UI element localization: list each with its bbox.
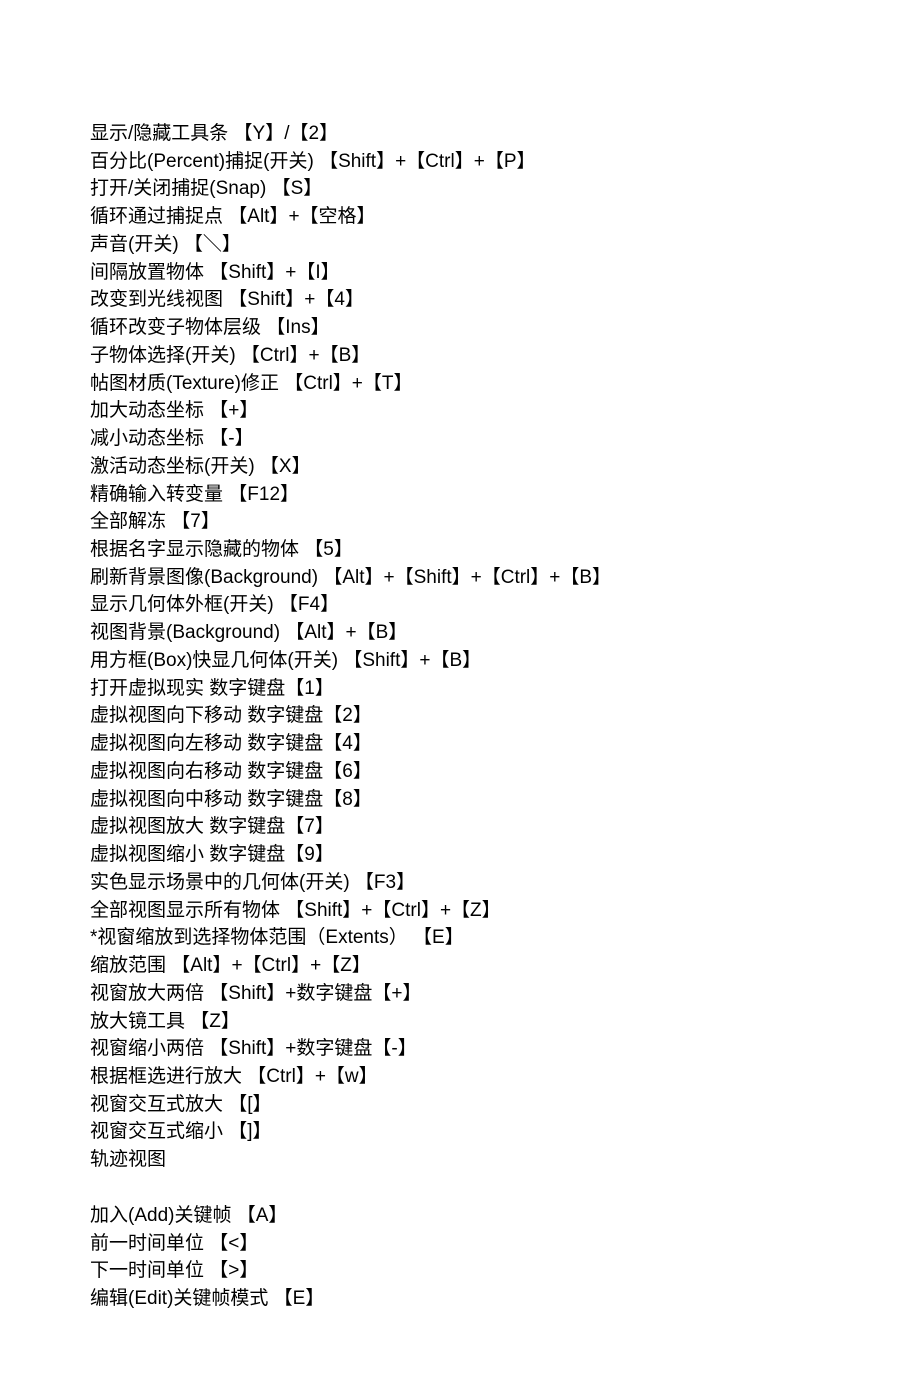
shortcut-line: *视窗缩放到选择物体范围（Extents） 【E】 <box>90 924 830 952</box>
shortcut-line: 精确输入转变量 【F12】 <box>90 481 830 509</box>
shortcut-line: 循环通过捕捉点 【Alt】+【空格】 <box>90 203 830 231</box>
shortcut-line: 编辑(Edit)关键帧模式 【E】 <box>90 1285 830 1313</box>
shortcut-line: 全部视图显示所有物体 【Shift】+【Ctrl】+【Z】 <box>90 897 830 925</box>
shortcut-line: 加入(Add)关键帧 【A】 <box>90 1202 830 1230</box>
shortcut-line: 虚拟视图向右移动 数字键盘【6】 <box>90 758 830 786</box>
shortcut-line: 打开/关闭捕捉(Snap) 【S】 <box>90 175 830 203</box>
shortcut-line: 减小动态坐标 【-】 <box>90 425 830 453</box>
shortcut-line: 显示几何体外框(开关) 【F4】 <box>90 591 830 619</box>
shortcut-line: 前一时间单位 【<】 <box>90 1230 830 1258</box>
shortcut-line: 虚拟视图缩小 数字键盘【9】 <box>90 841 830 869</box>
shortcut-line: 改变到光线视图 【Shift】+【4】 <box>90 286 830 314</box>
shortcut-line: 显示/隐藏工具条 【Y】/【2】 <box>90 120 830 148</box>
shortcut-list-block-1: 显示/隐藏工具条 【Y】/【2】百分比(Percent)捕捉(开关) 【Shif… <box>90 120 830 1174</box>
shortcut-line: 刷新背景图像(Background) 【Alt】+【Shift】+【Ctrl】+… <box>90 564 830 592</box>
shortcut-line: 加大动态坐标 【+】 <box>90 397 830 425</box>
section-gap <box>90 1174 830 1202</box>
shortcut-line: 百分比(Percent)捕捉(开关) 【Shift】+【Ctrl】+【P】 <box>90 148 830 176</box>
shortcut-line: 视窗交互式缩小 【]】 <box>90 1118 830 1146</box>
shortcut-line: 实色显示场景中的几何体(开关) 【F3】 <box>90 869 830 897</box>
shortcut-line: 下一时间单位 【>】 <box>90 1257 830 1285</box>
shortcut-line: 缩放范围 【Alt】+【Ctrl】+【Z】 <box>90 952 830 980</box>
shortcut-line: 视图背景(Background) 【Alt】+【B】 <box>90 619 830 647</box>
shortcut-line: 虚拟视图向左移动 数字键盘【4】 <box>90 730 830 758</box>
shortcut-line: 视窗放大两倍 【Shift】+数字键盘【+】 <box>90 980 830 1008</box>
shortcut-line: 根据框选进行放大 【Ctrl】+【w】 <box>90 1063 830 1091</box>
shortcut-line: 激活动态坐标(开关) 【X】 <box>90 453 830 481</box>
shortcut-line: 全部解冻 【7】 <box>90 508 830 536</box>
shortcut-line: 虚拟视图向中移动 数字键盘【8】 <box>90 786 830 814</box>
shortcut-line: 打开虚拟现实 数字键盘【1】 <box>90 675 830 703</box>
shortcut-line: 视窗交互式放大 【[】 <box>90 1091 830 1119</box>
shortcut-line: 放大镜工具 【Z】 <box>90 1008 830 1036</box>
shortcut-line: 轨迹视图 <box>90 1146 830 1174</box>
shortcut-line: 间隔放置物体 【Shift】+【I】 <box>90 259 830 287</box>
shortcut-line: 虚拟视图向下移动 数字键盘【2】 <box>90 702 830 730</box>
shortcut-line: 声音(开关) 【＼】 <box>90 231 830 259</box>
shortcut-list-block-2: 加入(Add)关键帧 【A】前一时间单位 【<】下一时间单位 【>】编辑(Edi… <box>90 1202 830 1313</box>
shortcut-line: 虚拟视图放大 数字键盘【7】 <box>90 813 830 841</box>
shortcut-line: 根据名字显示隐藏的物体 【5】 <box>90 536 830 564</box>
shortcut-line: 循环改变子物体层级 【Ins】 <box>90 314 830 342</box>
shortcut-line: 视窗缩小两倍 【Shift】+数字键盘【-】 <box>90 1035 830 1063</box>
shortcut-line: 帖图材质(Texture)修正 【Ctrl】+【T】 <box>90 370 830 398</box>
shortcut-line: 用方框(Box)快显几何体(开关) 【Shift】+【B】 <box>90 647 830 675</box>
shortcut-line: 子物体选择(开关) 【Ctrl】+【B】 <box>90 342 830 370</box>
